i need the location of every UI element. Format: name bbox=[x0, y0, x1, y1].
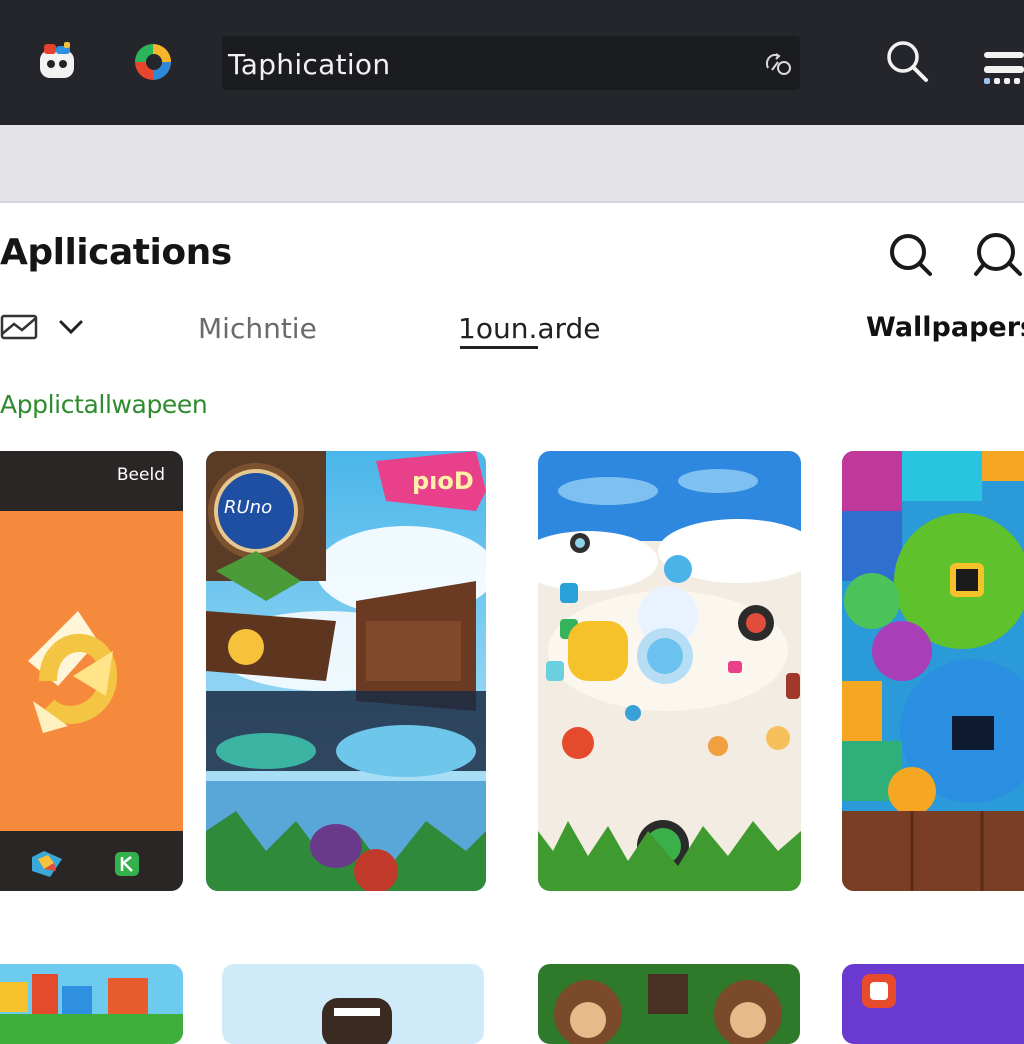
search-icon[interactable] bbox=[884, 38, 930, 84]
colorful-blobs bbox=[842, 451, 1024, 891]
active-tab-indicator bbox=[460, 346, 538, 349]
address-bar-text: Taphication bbox=[228, 48, 391, 81]
cloud-icons bbox=[538, 451, 801, 891]
filter-row: Michntie 1oun.arde Wallpapers bbox=[0, 300, 1024, 360]
app-card[interactable] bbox=[0, 964, 183, 1044]
page-title: Apllications bbox=[0, 232, 232, 273]
game-badge-text: RUno bbox=[224, 497, 273, 518]
game-sign-text: pıoD bbox=[412, 467, 474, 495]
robot-app-icon[interactable] bbox=[36, 40, 78, 82]
chevron-down-icon[interactable] bbox=[58, 318, 84, 340]
tab-ounarde[interactable]: 1oun.arde bbox=[458, 312, 601, 345]
tab-wallpapers[interactable]: Wallpapers bbox=[866, 312, 1024, 343]
top-bar: Taphication bbox=[0, 0, 1024, 125]
wallpaper-card[interactable] bbox=[842, 451, 1024, 891]
tab-michntie[interactable]: Michntie bbox=[198, 312, 317, 345]
chat-icon[interactable] bbox=[970, 230, 1022, 278]
address-bar[interactable]: Taphication bbox=[222, 36, 800, 90]
wallpaper-card[interactable] bbox=[538, 964, 800, 1044]
card-artwork bbox=[0, 511, 183, 831]
section-label: Applictallwapeen bbox=[0, 390, 208, 419]
orange-app-icon bbox=[28, 611, 118, 733]
map-icon[interactable] bbox=[30, 849, 64, 883]
kik-icon[interactable] bbox=[112, 849, 142, 883]
app-card[interactable]: Beeld bbox=[0, 451, 183, 891]
toolbar-band bbox=[0, 125, 1024, 203]
search-icon[interactable] bbox=[886, 230, 934, 278]
wallpaper-card[interactable] bbox=[538, 451, 801, 891]
purple-art bbox=[842, 964, 1024, 1044]
monkey-art bbox=[538, 964, 800, 1044]
toy-blocks-art bbox=[0, 964, 183, 1044]
sky-art bbox=[222, 964, 484, 1044]
image-filter-icon[interactable] bbox=[0, 312, 38, 346]
menu-icon[interactable] bbox=[980, 50, 1024, 90]
wallpaper-card[interactable]: RUno pıoD bbox=[206, 451, 486, 891]
color-wheel-app-icon[interactable] bbox=[132, 40, 174, 82]
card-badge: Beeld bbox=[116, 465, 165, 485]
refresh-icon[interactable] bbox=[762, 48, 796, 78]
wallpaper-card[interactable] bbox=[842, 964, 1024, 1044]
wallpaper-card[interactable] bbox=[222, 964, 484, 1044]
